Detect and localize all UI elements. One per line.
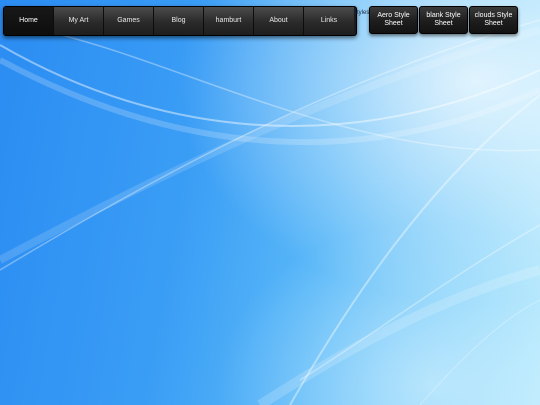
nav-home[interactable]: Home <box>4 7 54 35</box>
aero-wallpaper <box>0 0 540 405</box>
styles-label: Styles <box>353 10 370 16</box>
aero-style-button[interactable]: Aero Style Sheet <box>369 6 418 34</box>
nav-about[interactable]: About <box>254 7 304 35</box>
blank-style-button[interactable]: blank Style Sheet <box>419 6 468 34</box>
nav-blog[interactable]: Blog <box>154 7 204 35</box>
nav-my-art[interactable]: My Art <box>54 7 104 35</box>
nav-hamburt[interactable]: hamburt <box>204 7 254 35</box>
nav-links[interactable]: Links <box>304 7 354 35</box>
page-background: Home My Art Games Blog hamburt About Lin… <box>0 0 540 405</box>
main-nav: Home My Art Games Blog hamburt About Lin… <box>3 6 357 36</box>
nav-games[interactable]: Games <box>104 7 154 35</box>
style-sheet-switcher: Aero Style Sheet blank Style Sheet cloud… <box>369 6 518 34</box>
clouds-style-button[interactable]: clouds Style Sheet <box>469 6 518 34</box>
